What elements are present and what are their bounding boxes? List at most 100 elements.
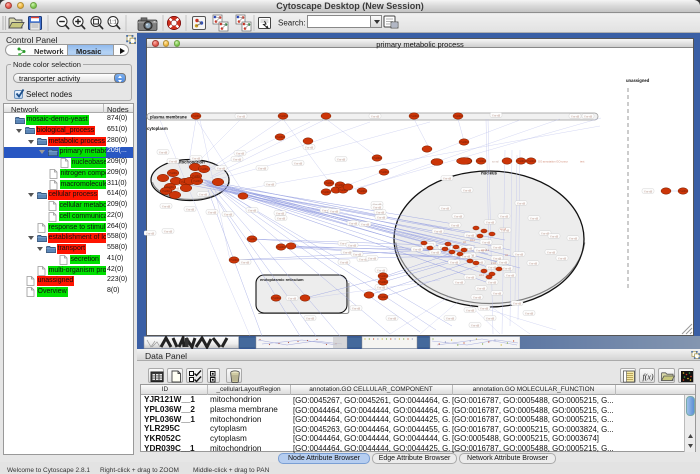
svg-text:Yxx00x: Yxx00x <box>517 160 526 163</box>
svg-text:Yxx00x: Yxx00x <box>200 168 209 171</box>
svg-text:plasma membrane: plasma membrane <box>150 114 187 119</box>
svg-text:Yxx00x: Yxx00x <box>379 281 388 284</box>
svg-text:xx-xd: xx-xd <box>492 160 499 164</box>
svg-text:Yxx00x: Yxx00x <box>322 191 331 194</box>
svg-text:Yxx-xB: Yxx-xB <box>466 275 474 279</box>
svg-text:Yxx00x: Yxx00x <box>358 190 367 193</box>
svg-text:Yxx-xB: Yxx-xB <box>352 306 360 310</box>
svg-text:Yxx-xB: Yxx-xB <box>349 221 357 225</box>
svg-text:Yxx-xB: Yxx-xB <box>377 268 385 272</box>
svg-text:Yxx00x: Yxx00x <box>248 238 257 241</box>
svg-text:unassigned: unassigned <box>626 78 650 83</box>
svg-text:Yxx-xB: Yxx-xB <box>500 214 508 218</box>
svg-text:Yxx00x: Yxx00x <box>325 182 334 185</box>
svg-text:Yxx-xB: Yxx-xB <box>503 266 511 270</box>
svg-text:Yxx00x: Yxx00x <box>169 172 178 175</box>
svg-text:Yxx-xB: Yxx-xB <box>529 261 537 265</box>
svg-text:Yxx-xB: Yxx-xB <box>373 205 381 209</box>
svg-text:Yxx-xB: Yxx-xB <box>473 295 481 299</box>
svg-text:xd-x: xd-x <box>470 238 476 242</box>
svg-text:Yxx-xB: Yxx-xB <box>337 157 345 161</box>
svg-text:Yxx00x: Yxx00x <box>193 180 202 183</box>
svg-text:Yxx00x: Yxx00x <box>277 246 286 249</box>
svg-text:xx:xd: xx:xd <box>500 227 507 231</box>
svg-text:Yxx00x: Yxx00x <box>410 115 419 118</box>
svg-text:Yxx-xB: Yxx-xB <box>515 252 523 256</box>
svg-text:Yxx-xB: Yxx-xB <box>305 145 313 149</box>
svg-text:Yxx-xB: Yxx-xB <box>558 256 566 260</box>
svg-text:Yxx-xB: Yxx-xB <box>224 212 232 216</box>
svg-text:Yxx-xB: Yxx-xB <box>266 182 274 186</box>
svg-text:Yxx-xB: Yxx-xB <box>450 260 458 264</box>
svg-text:Yxx-xB: Yxx-xB <box>431 250 439 254</box>
svg-text:Yxx-xB: Yxx-xB <box>236 151 244 155</box>
svg-text:Yxx00x: Yxx00x <box>527 160 536 163</box>
svg-text:Yxx00x: Yxx00x <box>454 115 463 118</box>
svg-text:Yxx-xB: Yxx-xB <box>377 215 385 219</box>
svg-text:Yxx-xB: Yxx-xB <box>248 208 256 212</box>
svg-text:Yxx-xB: Yxx-xB <box>493 245 501 249</box>
svg-text:Yxx-xB: Yxx-xB <box>441 206 449 210</box>
svg-text:Yxx-xB: Yxx-xB <box>276 211 284 215</box>
svg-text:Yxx-xB: Yxx-xB <box>340 260 348 264</box>
svg-text:Yxx-xB: Yxx-xB <box>471 323 479 327</box>
svg-text:Yxx-xB: Yxx-xB <box>377 285 385 289</box>
svg-text:Yxx-xB: Yxx-xB <box>488 265 496 269</box>
svg-text:Yxx-xB: Yxx-xB <box>480 306 488 310</box>
svg-text:Yxx-xB: Yxx-xB <box>186 207 194 211</box>
svg-text:Yxx-xB: Yxx-xB <box>530 216 538 220</box>
svg-text:Yxx-xB: Yxx-xB <box>451 223 459 227</box>
svg-text:Yxx00x: Yxx00x <box>230 259 239 262</box>
svg-text:Yxx-xB: Yxx-xB <box>192 156 200 160</box>
svg-text:Yxx-xB: Yxx-xB <box>169 159 177 163</box>
svg-text:Yxx-xB: Yxx-xB <box>361 222 369 226</box>
svg-text:Yxx-xB: Yxx-xB <box>368 256 376 260</box>
svg-text:Yxx-xB: Yxx-xB <box>477 286 485 290</box>
svg-text:Yxx-xB: Yxx-xB <box>413 247 421 251</box>
svg-text:Yxx-xB: Yxx-xB <box>371 114 379 118</box>
svg-text:Yxx-xB: Yxx-xB <box>277 216 285 220</box>
svg-text:Yxx-xB: Yxx-xB <box>506 273 514 277</box>
svg-text:Yxx00x: Yxx00x <box>272 297 281 300</box>
svg-text:Yxx-xB: Yxx-xB <box>288 296 296 300</box>
svg-text:Search:: Search: <box>278 19 306 28</box>
svg-text:Yxx-xB: Yxx-xB <box>258 166 266 170</box>
svg-text:Yxx-xB: Yxx-xB <box>241 260 249 264</box>
svg-text:Yxx-xB: Yxx-xB <box>517 201 525 205</box>
svg-text:Yxx-xB: Yxx-xB <box>584 114 592 118</box>
svg-text:Yxx-xB: Yxx-xB <box>330 209 338 213</box>
svg-text:Yxx-xB: Yxx-xB <box>571 114 579 118</box>
svg-text:Yxx-xB: Yxx-xB <box>434 229 442 233</box>
svg-text:Yxx-xB: Yxx-xB <box>306 316 314 320</box>
svg-text:Yxx00x: Yxx00x <box>373 157 382 160</box>
svg-text:Yxx-xB: Yxx-xB <box>159 150 167 154</box>
svg-text:Yxx-xB: Yxx-xB <box>376 210 384 214</box>
svg-text:Yxx-xB: Yxx-xB <box>455 280 463 284</box>
svg-text:Yxx-xB: Yxx-xB <box>493 291 501 295</box>
svg-text:Yxx-xB: Yxx-xB <box>217 166 225 170</box>
svg-text:Yxx-xB: Yxx-xB <box>353 252 361 256</box>
svg-text:Yxx-xB: Yxx-xB <box>525 311 533 315</box>
svg-text:Yxx-xB: Yxx-xB <box>482 240 490 244</box>
svg-text:GO:annotation GO:xxxxx: GO:annotation GO:xxxxx <box>538 160 569 164</box>
svg-text:Yxx00x: Yxx00x <box>276 136 285 139</box>
svg-text:f(x): f(x) <box>642 372 653 381</box>
svg-text:Yxx-xB: Yxx-xB <box>233 157 241 161</box>
svg-text:1:1: 1:1 <box>109 20 117 26</box>
svg-text:Yxx-xB: Yxx-xB <box>294 161 302 165</box>
svg-text:Yxx00x: Yxx00x <box>192 115 201 118</box>
svg-text:Yxx-xB: Yxx-xB <box>146 231 154 235</box>
svg-text:Yxx00x: Yxx00x <box>379 275 388 278</box>
svg-text:Yxx-xB: Yxx-xB <box>199 192 207 196</box>
svg-text:Yxx-xB: Yxx-xB <box>164 229 172 233</box>
svg-text:cytoplasm: cytoplasm <box>147 126 168 131</box>
svg-text:Yxx-xB: Yxx-xB <box>443 176 451 180</box>
svg-text:Yxx-xB: Yxx-xB <box>492 113 500 117</box>
svg-text:Yxx-xB: Yxx-xB <box>513 301 521 305</box>
svg-text:Yxx-xB: Yxx-xB <box>644 189 652 193</box>
svg-text:Yxx-xB: Yxx-xB <box>569 236 577 240</box>
svg-text:Yxx00x: Yxx00x <box>279 115 288 118</box>
svg-text:Yxx-xB: Yxx-xB <box>237 114 245 118</box>
svg-text:Yxx-xB: Yxx-xB <box>348 243 356 247</box>
svg-text:Yxx-xB: Yxx-xB <box>446 316 454 320</box>
